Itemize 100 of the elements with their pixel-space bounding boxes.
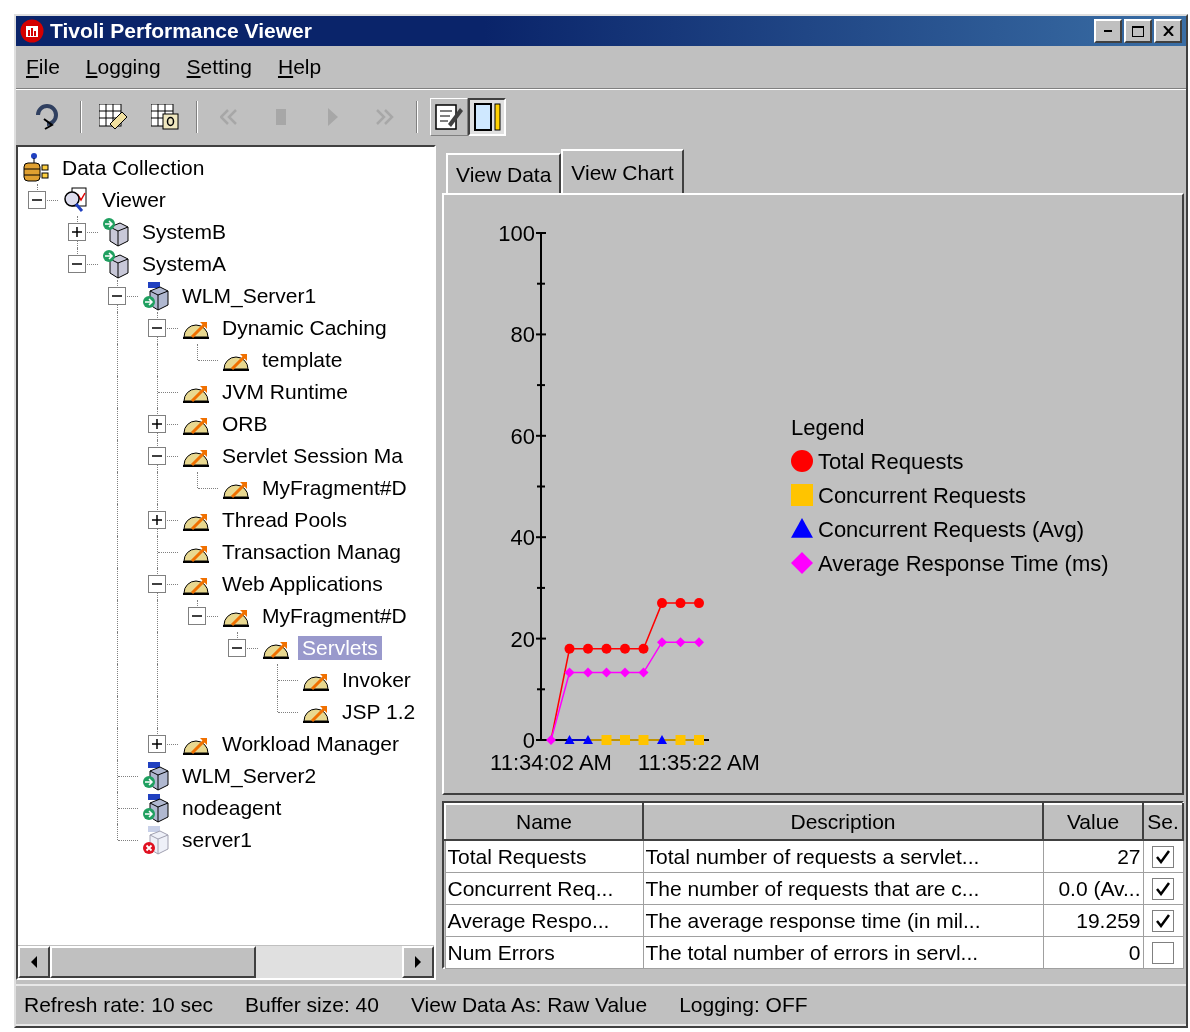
play-icon: [328, 108, 338, 126]
fast-forward-icon: [376, 108, 394, 126]
data-point: [675, 637, 686, 648]
table-cell: Total Requests: [445, 840, 643, 873]
tree-item[interactable]: Web Applications: [218, 572, 387, 596]
tree-toggle[interactable]: [148, 319, 166, 337]
left-arrow-icon: [31, 956, 37, 968]
tree-item[interactable]: server1: [178, 828, 257, 852]
tree-item[interactable]: Thread Pools: [218, 508, 351, 532]
data-point: [675, 735, 686, 745]
data-point: [620, 735, 630, 745]
axis-label: 11:35:22 AM: [638, 750, 760, 775]
tree-toggle[interactable]: [148, 511, 166, 529]
axis-label: 11:34:02 AM: [490, 750, 612, 775]
tree-item[interactable]: JSP 1.2: [338, 700, 420, 724]
checkbox[interactable]: [1152, 941, 1174, 964]
tree-item[interactable]: SystemA: [138, 252, 231, 276]
checkbox[interactable]: [1152, 877, 1174, 900]
tree-toggle[interactable]: [148, 735, 166, 753]
scrollbar-thumb[interactable]: [50, 946, 256, 978]
menu-item[interactable]: Help: [278, 55, 322, 79]
tree-toggle[interactable]: [228, 639, 246, 657]
tree-item[interactable]: Workload Manager: [218, 732, 404, 756]
column-header[interactable]: Name: [445, 804, 643, 840]
magnifier-document-icon: [62, 185, 90, 215]
menu-item[interactable]: Setting: [186, 55, 252, 79]
maximize-icon: [1132, 25, 1144, 37]
axis-label: 60: [510, 423, 535, 449]
tab[interactable]: View Data: [446, 153, 562, 193]
legend-label: Concurrent Requests (Avg): [818, 517, 1085, 542]
stop-icon: [276, 109, 286, 125]
tree-toggle[interactable]: [148, 447, 166, 465]
tree-item[interactable]: WLM_Server2: [178, 764, 321, 788]
grid-pencil-icon: [98, 104, 128, 130]
tree-item[interactable]: Servlet Session Ma: [218, 444, 407, 468]
tree-item[interactable]: MyFragment#D: [258, 604, 411, 628]
data-point: [657, 637, 667, 648]
close-icon: [1162, 26, 1174, 36]
data-point: [583, 643, 593, 654]
data-point: [601, 643, 612, 654]
tree-item[interactable]: Dynamic Caching: [218, 316, 391, 340]
data-point: [657, 735, 667, 744]
axis-label: 40: [510, 525, 535, 551]
legend-label: Concurrent Requests: [818, 483, 1026, 508]
checkbox[interactable]: [1152, 909, 1174, 932]
tree-item[interactable]: MyFragment#D: [258, 476, 411, 500]
column-header[interactable]: Value: [1043, 804, 1143, 840]
data-point: [694, 598, 704, 609]
status-text: Buffer size: 40: [245, 993, 379, 1017]
rewind-icon: [220, 108, 238, 126]
server-error-icon: [142, 825, 170, 855]
tree-toggle[interactable]: [188, 607, 206, 625]
tree-item[interactable]: Viewer: [98, 188, 170, 212]
toolbar-button[interactable]: [468, 98, 506, 136]
cube-icon: [102, 217, 130, 247]
minimize-button[interactable]: [1094, 19, 1122, 43]
grid-counter-icon: [151, 104, 179, 130]
tree-toggle[interactable]: [108, 287, 126, 305]
axis-label: 20: [510, 626, 535, 652]
checkbox[interactable]: [1152, 845, 1174, 868]
tree-toggle[interactable]: [68, 223, 86, 241]
tree-toggle[interactable]: [28, 191, 46, 209]
maximize-button[interactable]: [1124, 19, 1152, 43]
right-arrow-icon: [415, 956, 421, 968]
table-cell: Average Respo...: [445, 904, 643, 937]
data-point: [620, 667, 630, 678]
column-header[interactable]: Se.: [1143, 804, 1183, 840]
app-icon: [20, 19, 44, 43]
data-point: [638, 643, 649, 654]
data-point: [601, 735, 612, 745]
tree-item[interactable]: Invoker: [338, 668, 415, 692]
legend-label: Average Response Time (ms): [818, 551, 1109, 576]
tree-item[interactable]: ORB: [218, 412, 272, 436]
table-cell: Total number of requests a servlet...: [643, 840, 1043, 873]
tree-item[interactable]: template: [258, 348, 347, 372]
database-icon: [22, 153, 50, 183]
tree-item[interactable]: SystemB: [138, 220, 231, 244]
tree-item[interactable]: Transaction Manag: [218, 540, 405, 564]
scroll-left-button[interactable]: [18, 946, 50, 978]
column-header[interactable]: Description: [643, 804, 1043, 840]
status-text: Logging: OFF: [679, 993, 808, 1017]
data-point: [564, 643, 575, 654]
data-point: [601, 667, 612, 678]
menu-item[interactable]: File: [26, 55, 60, 79]
status-text: View Data As: Raw Value: [410, 993, 648, 1017]
tree-item[interactable]: nodeagent: [178, 796, 286, 820]
data-point: [638, 735, 649, 745]
close-button[interactable]: [1154, 19, 1182, 43]
tree-toggle[interactable]: [148, 415, 166, 433]
menu-item[interactable]: Logging: [85, 55, 161, 79]
horizontal-scrollbar[interactable]: [18, 945, 434, 978]
tree-item[interactable]: WLM_Server1: [178, 284, 321, 308]
tree-toggle[interactable]: [68, 255, 86, 273]
tab[interactable]: View Chart: [561, 149, 684, 193]
tree-item[interactable]: JVM Runtime: [218, 380, 353, 404]
data-point: [583, 667, 593, 678]
data-point: [583, 735, 593, 744]
tree-toggle[interactable]: [148, 575, 166, 593]
scroll-right-button[interactable]: [402, 946, 434, 978]
tree-item[interactable]: Data Collection: [58, 156, 209, 180]
